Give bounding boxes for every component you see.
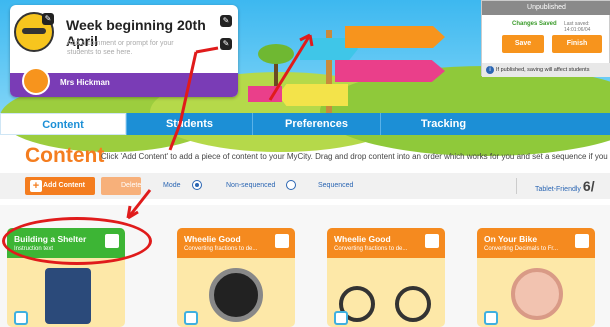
annotation-arrow: [178, 51, 198, 125]
annotation-arrow: [168, 123, 182, 151]
annotation-arrow: [126, 189, 152, 219]
annotation-arrows: [126, 33, 314, 220]
annotation-arrow: [268, 34, 312, 101]
annotation-arrow: [195, 46, 219, 54]
mycity-editor: ✎ Week beginning 20th April ✎ Add a comm…: [0, 0, 610, 327]
